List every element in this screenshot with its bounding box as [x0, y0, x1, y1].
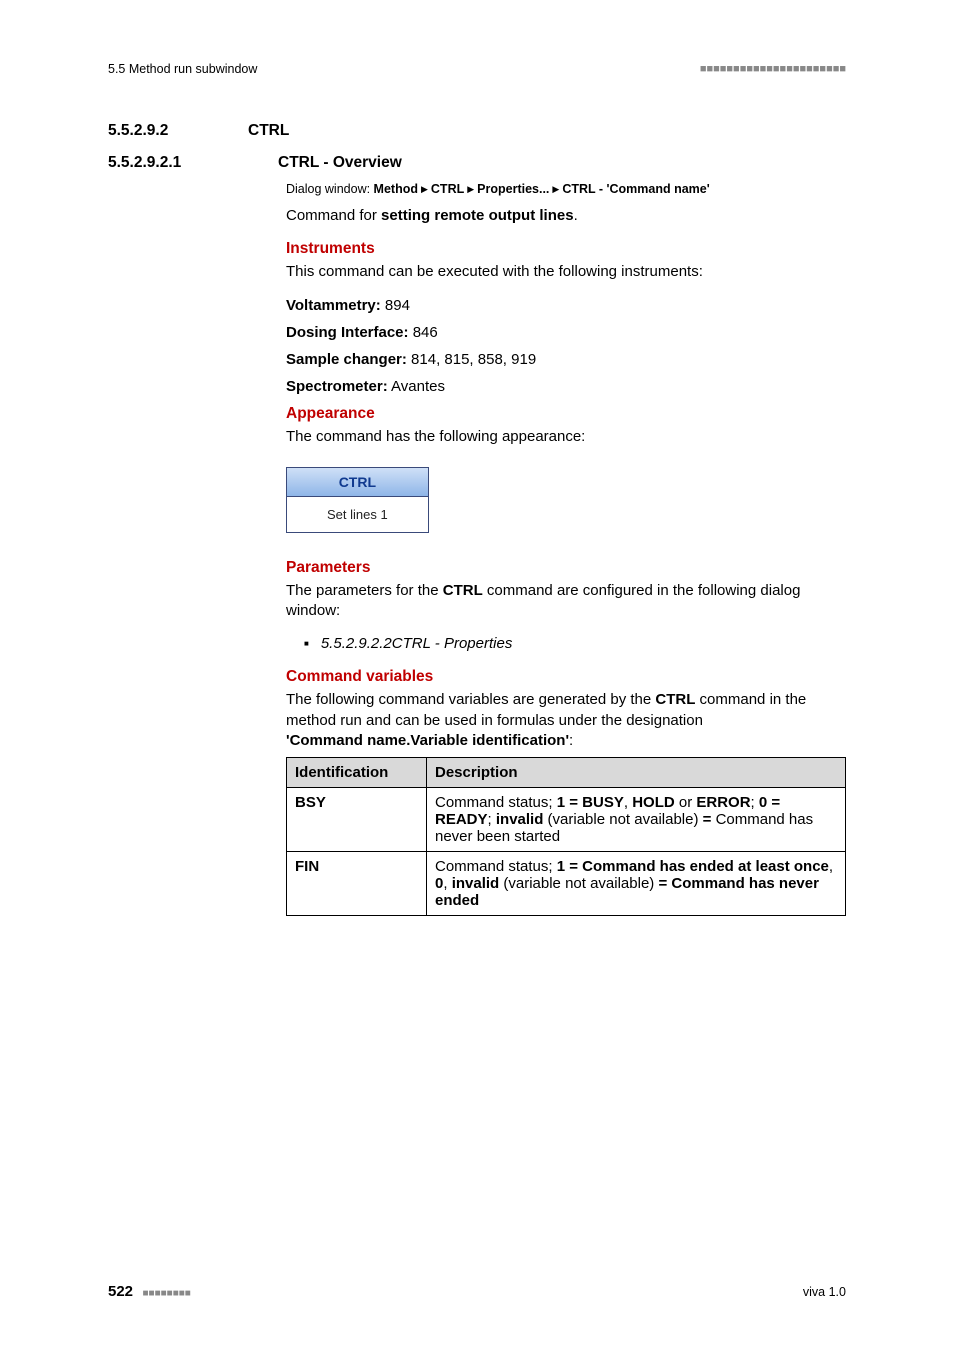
dialog-path: Dialog window: Method▶CTRL▶Properties...…	[286, 182, 846, 196]
ctrl-figure-title: CTRL	[287, 468, 428, 497]
table-row: BSY Command status; 1 = BUSY, HOLD or ER…	[287, 788, 846, 852]
page-number: 522	[108, 1283, 133, 1300]
header-decor: ■■■■■■■■■■■■■■■■■■■■■■	[700, 63, 846, 75]
header-left: 5.5 Method run subwindow	[108, 62, 257, 76]
table-header-row: Identification Description	[287, 758, 846, 788]
ctrl-figure-body: Set lines 1	[287, 497, 428, 532]
heading-command-variables: Command variables	[286, 668, 846, 686]
instrument-row: Voltammetry: 894	[286, 297, 846, 314]
heading-appearance: Appearance	[286, 405, 846, 423]
footer-right: viva 1.0	[803, 1285, 846, 1299]
triangle-icon: ▶	[549, 184, 562, 194]
command-variables-table: Identification Description BSY Command s…	[286, 757, 846, 916]
dialog-part: Method	[374, 182, 418, 196]
th-identification: Identification	[287, 758, 427, 788]
var-desc: Command status; 1 = BUSY, HOLD or ERROR;…	[427, 788, 846, 852]
footer-left: 522 ■■■■■■■■	[108, 1283, 191, 1300]
ctrl-figure: CTRL Set lines 1	[286, 467, 429, 533]
section-heading-ctrl: 5.5.2.9.2 CTRL	[108, 122, 846, 140]
section-number: 5.5.2.9.2	[108, 122, 248, 140]
instrument-row: Spectrometer: Avantes	[286, 378, 846, 395]
parameters-text: The parameters for the CTRL command are …	[286, 581, 846, 622]
cmdvars-text: The following command variables are gene…	[286, 690, 846, 751]
section-title: CTRL	[248, 122, 289, 140]
page-footer: 522 ■■■■■■■■ viva 1.0	[108, 1283, 846, 1300]
running-header: 5.5 Method run subwindow ■■■■■■■■■■■■■■■…	[108, 62, 846, 76]
page-content: 5.5 Method run subwindow ■■■■■■■■■■■■■■■…	[0, 0, 954, 916]
instrument-row: Sample changer: 814, 815, 858, 919	[286, 351, 846, 368]
dialog-part: CTRL	[431, 182, 464, 196]
parameters-link: 5.5.2.9.2.2CTRL - Properties	[304, 635, 846, 652]
heading-parameters: Parameters	[286, 559, 846, 577]
var-id: FIN	[287, 852, 427, 916]
triangle-icon: ▶	[418, 184, 431, 194]
instruments-intro: This command can be executed with the fo…	[286, 262, 846, 282]
instrument-row: Dosing Interface: 846	[286, 324, 846, 341]
parameters-list: 5.5.2.9.2.2CTRL - Properties	[286, 635, 846, 652]
section-number: 5.5.2.9.2.1	[108, 154, 278, 172]
section-heading-overview: 5.5.2.9.2.1 CTRL - Overview	[108, 154, 846, 172]
heading-instruments: Instruments	[286, 240, 846, 258]
appearance-text: The command has the following appearance…	[286, 427, 846, 447]
th-description: Description	[427, 758, 846, 788]
dialog-prefix: Dialog window:	[286, 182, 374, 196]
intro-text: Command for setting remote output lines.	[286, 206, 846, 226]
triangle-icon: ▶	[464, 184, 477, 194]
footer-decor: ■■■■■■■■	[143, 1288, 191, 1299]
var-desc: Command status; 1 = Command has ended at…	[427, 852, 846, 916]
dialog-part: CTRL - 'Command name'	[562, 182, 709, 196]
var-id: BSY	[287, 788, 427, 852]
table-row: FIN Command status; 1 = Command has ende…	[287, 852, 846, 916]
dialog-part: Properties...	[477, 182, 549, 196]
section-title: CTRL - Overview	[278, 154, 402, 172]
content-column: Dialog window: Method▶CTRL▶Properties...…	[286, 182, 846, 916]
